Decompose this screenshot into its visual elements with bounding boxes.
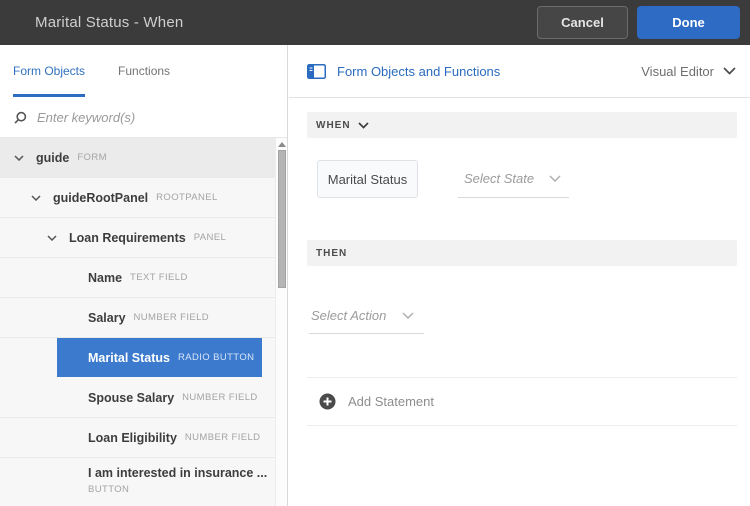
when-section-bar: WHEN (307, 112, 737, 138)
tree-item-type: NUMBER FIELD (185, 432, 261, 443)
then-label: THEN (316, 248, 347, 259)
when-label: WHEN (316, 120, 351, 131)
plus-circle-icon (319, 393, 336, 410)
tree-item-type: TEXT FIELD (130, 272, 188, 283)
tree-item-loan-eligibility[interactable]: Loan Eligibility NUMBER FIELD (0, 418, 275, 458)
add-statement-button[interactable]: Add Statement (307, 378, 737, 426)
chevron-down-icon (549, 175, 561, 182)
search-input[interactable] (37, 110, 237, 125)
tree-item-label: Loan Requirements (69, 231, 186, 245)
tree-item-type: NUMBER FIELD (182, 392, 258, 403)
tree-item-spouse-salary[interactable]: Spouse Salary NUMBER FIELD (0, 378, 275, 418)
rule-content: WHEN Marital Status Select State THEN Se… (289, 112, 750, 426)
select-state-placeholder: Select State (464, 171, 534, 186)
condition-object-card[interactable]: Marital Status (317, 160, 418, 198)
search-icon (14, 111, 27, 124)
tree-item-label: Loan Eligibility (88, 431, 177, 445)
tab-form-objects[interactable]: Form Objects (13, 45, 85, 97)
tree-item-type: RADIO BUTTON (178, 352, 254, 363)
title-bar: Marital Status - When Cancel Done (0, 0, 750, 45)
chevron-down-icon (402, 312, 414, 319)
tree-item-label: Marital Status (88, 351, 170, 365)
tree-item-guiderootpanel[interactable]: guideRootPanel ROOTPANEL (0, 178, 275, 218)
chevron-down-icon[interactable] (31, 195, 41, 201)
form-objects-functions-link[interactable]: Form Objects and Functions (337, 64, 641, 79)
cancel-button[interactable]: Cancel (537, 6, 628, 39)
tree-item-label: I am interested in insurance ... (88, 466, 267, 480)
scrollbar-thumb[interactable] (278, 150, 286, 288)
select-state-dropdown[interactable]: Select State (458, 160, 569, 198)
page-title: Marital Status - When (0, 14, 537, 31)
chevron-down-icon[interactable] (723, 67, 736, 75)
done-button[interactable]: Done (637, 6, 740, 39)
rule-editor-header: Form Objects and Functions Visual Editor (289, 45, 750, 98)
chevron-down-icon[interactable] (358, 122, 369, 129)
panel-layout-icon (307, 64, 326, 79)
tree-item-label: Salary (88, 311, 126, 325)
tree-item-label: Name (88, 271, 122, 285)
search-bar (0, 97, 287, 138)
tree-item-name[interactable]: Name TEXT FIELD (0, 258, 275, 298)
then-section-bar: THEN (307, 240, 737, 266)
select-action-dropdown[interactable]: Select Action (309, 296, 424, 334)
tree-item-label: Spouse Salary (88, 391, 174, 405)
when-condition-row: Marital Status Select State (317, 160, 737, 198)
chevron-down-icon[interactable] (47, 235, 57, 241)
tree-item-type: PANEL (194, 232, 226, 243)
tree-item-type: ROOTPANEL (156, 192, 218, 203)
tree-item-insurance-button[interactable]: I am interested in insurance ... BUTTON (0, 458, 275, 506)
tree-scrollbar[interactable] (275, 138, 287, 506)
add-statement-label: Add Statement (348, 394, 434, 409)
tree-item-type: NUMBER FIELD (134, 312, 210, 323)
tab-functions[interactable]: Functions (118, 45, 170, 97)
tree-item-type: FORM (77, 152, 107, 163)
editor-mode-label[interactable]: Visual Editor (641, 64, 714, 79)
tree-item-guide[interactable]: guide FORM (0, 138, 275, 178)
tree-item-label: guide (36, 151, 69, 165)
tree-item-label: guideRootPanel (53, 191, 148, 205)
tree-item-salary[interactable]: Salary NUMBER FIELD (0, 298, 275, 338)
sidebar-tabs: Form Objects Functions (0, 45, 287, 97)
form-object-tree: guide FORM guideRootPanel ROOTPANEL Loan… (0, 138, 287, 506)
scrollbar-up-arrow-icon[interactable] (278, 142, 286, 147)
tree-item-marital-status[interactable]: Marital Status RADIO BUTTON (0, 338, 275, 378)
form-objects-sidebar: Form Objects Functions guide FORM guideR… (0, 45, 288, 506)
chevron-down-icon[interactable] (14, 155, 24, 161)
select-action-placeholder: Select Action (311, 308, 386, 323)
tree-item-loan-requirements[interactable]: Loan Requirements PANEL (0, 218, 275, 258)
rule-editor-panel: Form Objects and Functions Visual Editor… (289, 45, 750, 506)
tree-item-type: BUTTON (88, 484, 275, 495)
